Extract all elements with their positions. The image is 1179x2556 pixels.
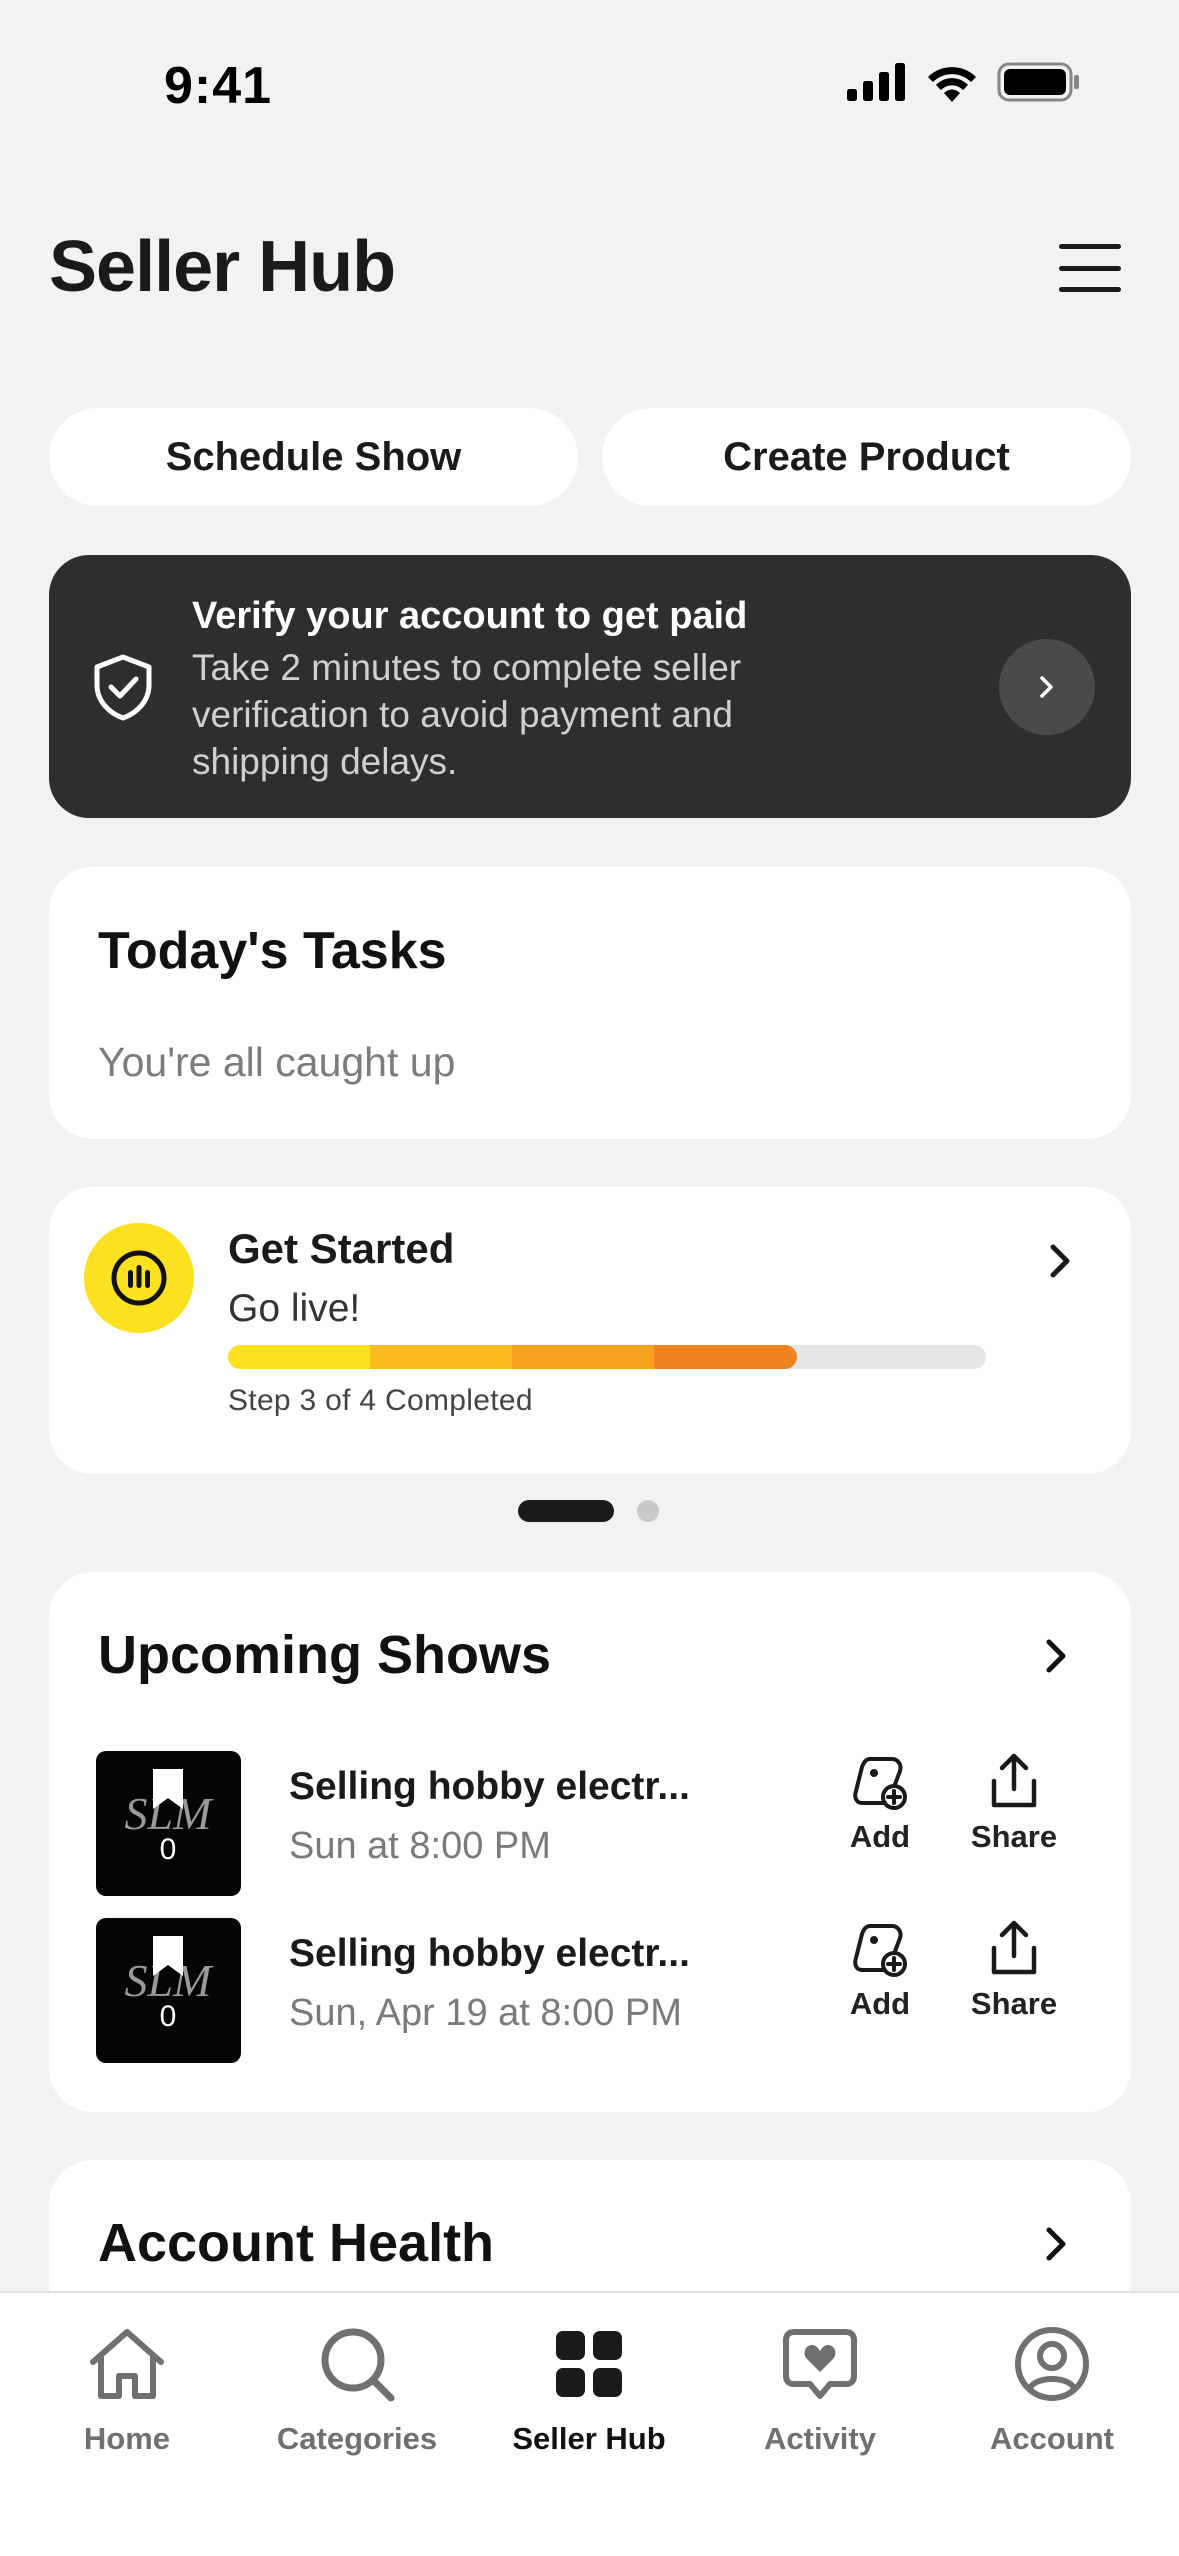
tab-label: Categories	[276, 2421, 438, 2456]
tab-label: Home	[83, 2421, 171, 2456]
thumb-count: 0	[160, 1833, 177, 1866]
show-thumbnail: SLM 0	[96, 1751, 241, 1896]
tab-account[interactable]: Account	[952, 2321, 1152, 2481]
add-tag-icon	[853, 1757, 907, 1810]
carousel-pager[interactable]	[0, 1498, 1179, 1524]
show-row[interactable]: SLM 0 Selling hobby electr... Sun at 8:0…	[49, 1751, 1131, 1897]
add-tag-icon	[853, 1924, 907, 1977]
tasks-empty-message: You're all caught up	[98, 1039, 456, 1085]
live-icon	[111, 1250, 167, 1306]
signal-icon	[847, 63, 905, 101]
get-started-step: Step 3 of 4 Completed	[228, 1384, 533, 1417]
verify-title: Verify your account to get paid	[192, 595, 748, 637]
todays-tasks-card: Today's Tasks You're all caught up	[49, 867, 1131, 1139]
chat-heart-icon	[777, 2321, 863, 2407]
tab-bar: Home Categories Seller Hub Activity Acco…	[0, 2291, 1179, 2556]
verify-description: Take 2 minutes to complete seller verifi…	[192, 647, 742, 782]
thumb-count: 0	[160, 2000, 177, 2033]
show-thumbnail-art: SLM 0	[125, 1769, 214, 1866]
upcoming-shows-title: Upcoming Shows	[98, 1625, 552, 1685]
create-product-button[interactable]: Create Product	[602, 408, 1131, 506]
account-health-title: Account Health	[98, 2213, 495, 2273]
shield-check-icon	[94, 654, 152, 721]
pager-dot[interactable]	[637, 1500, 659, 1522]
chevron-right-icon	[1050, 1244, 1070, 1278]
get-started-progress-bar	[228, 1345, 986, 1369]
tab-seller-hub[interactable]: Seller Hub	[489, 2321, 689, 2481]
tab-label: Account	[990, 2421, 1114, 2456]
menu-line	[1059, 287, 1121, 292]
tab-label: Activity	[764, 2421, 876, 2456]
add-button[interactable]: Add	[820, 1918, 940, 2038]
live-badge-icon	[84, 1223, 194, 1333]
show-thumbnail: SLM 0	[96, 1918, 241, 2063]
get-started-subtitle: Go live!	[228, 1287, 361, 1330]
home-icon	[84, 2321, 170, 2407]
show-title: Selling hobby electr...	[289, 1765, 690, 1808]
show-time: Sun at 8:00 PM	[289, 1825, 551, 1867]
verify-arrow-button[interactable]	[999, 639, 1095, 735]
share-icon	[991, 1920, 1037, 1975]
menu-line	[1059, 265, 1121, 271]
progress-fill	[228, 1345, 797, 1369]
share-icon	[991, 1753, 1037, 1808]
share-button[interactable]: Share	[954, 1751, 1074, 1871]
progress-segment	[228, 1345, 371, 1369]
pager-dot-active[interactable]	[518, 1500, 614, 1522]
show-time: Sun, Apr 19 at 8:00 PM	[289, 1992, 682, 2034]
add-label: Add	[849, 1986, 911, 2021]
get-started-title: Get Started	[228, 1225, 455, 1272]
page-title: Seller Hub	[49, 227, 396, 307]
grid-icon	[546, 2321, 632, 2407]
chevron-right-icon[interactable]	[1041, 1634, 1071, 1678]
schedule-show-button[interactable]: Schedule Show	[49, 408, 578, 506]
screen: 9:41 Seller Hub Schedule Show Create Pro…	[0, 0, 1179, 2556]
tab-label: Seller Hub	[512, 2421, 666, 2456]
add-button[interactable]: Add	[820, 1751, 940, 1871]
hamburger-menu-icon[interactable]	[1055, 240, 1125, 296]
progress-segment	[370, 1345, 513, 1369]
chevron-right-icon	[1040, 676, 1053, 698]
status-bar: 9:41	[0, 0, 1179, 160]
show-title: Selling hobby electr...	[289, 1932, 690, 1975]
tab-home[interactable]: Home	[27, 2321, 227, 2481]
share-label: Share	[970, 1986, 1058, 2021]
status-icons	[847, 62, 1081, 102]
show-row[interactable]: SLM 0 Selling hobby electr... Sun, Apr 1…	[49, 1918, 1131, 2064]
tab-activity[interactable]: Activity	[720, 2321, 920, 2481]
wifi-icon	[928, 67, 976, 102]
share-button[interactable]: Share	[954, 1918, 1074, 2038]
battery-icon	[997, 62, 1079, 102]
user-icon	[1009, 2321, 1095, 2407]
upcoming-shows-card: Upcoming Shows SLM 0 Selling hobby elect…	[49, 1572, 1131, 2112]
tasks-title: Today's Tasks	[98, 922, 447, 980]
status-time: 9:41	[164, 57, 273, 115]
show-thumbnail-art: SLM 0	[125, 1936, 214, 2033]
verify-account-banner[interactable]: Verify your account to get paid Take 2 m…	[49, 555, 1131, 818]
get-started-card[interactable]: Get Started Go live! Step 3 of 4 Complet…	[49, 1187, 1131, 1474]
add-label: Add	[849, 1819, 911, 1854]
search-icon	[314, 2321, 400, 2407]
chevron-right-icon[interactable]	[1041, 2222, 1071, 2266]
share-label: Share	[970, 1819, 1058, 1854]
progress-segment	[654, 1345, 797, 1369]
progress-segment	[512, 1345, 655, 1369]
tab-categories[interactable]: Categories	[257, 2321, 457, 2481]
menu-line	[1059, 244, 1121, 249]
